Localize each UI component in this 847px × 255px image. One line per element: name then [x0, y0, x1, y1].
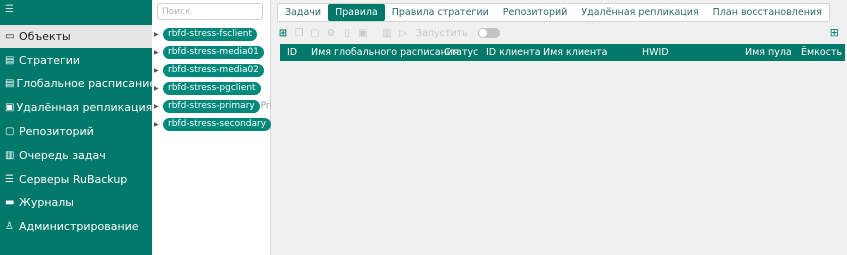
tab-recovery-plan[interactable]: План восстановления: [706, 4, 829, 21]
tab-tasks[interactable]: Задачи: [278, 4, 328, 21]
column-header[interactable]: Статус: [444, 44, 478, 61]
toggle-switch[interactable]: [477, 28, 500, 38]
expand-arrow-icon[interactable]: ▶: [154, 121, 163, 128]
sidebar-item-objects[interactable]: ▭ Объекты: [0, 25, 152, 48]
client-pill[interactable]: rbfd-stress-primary: [163, 99, 260, 113]
expand-arrow-icon[interactable]: ▶: [154, 49, 163, 56]
add-icon[interactable]: ⊞: [278, 28, 288, 39]
column-header[interactable]: HWID: [642, 44, 669, 61]
column-settings-icon[interactable]: ⊞: [830, 26, 839, 39]
tree-node[interactable]: ▶ rbfd-stress-media01: [152, 45, 264, 59]
sidebar-item-label: Глобальное расписание: [16, 77, 157, 90]
sidebar-item-label: Очередь задач: [19, 149, 106, 162]
toolbar: ⊞ ❐ ▢ ⚙ ▯ ▣ ▥ ▷ Запустить: [278, 26, 500, 40]
table-header: ID Имя глобального расписания Статус ID …: [280, 44, 845, 61]
main-panel: Задачи Правила Правила стратегии Репозит…: [271, 0, 847, 255]
list-icon: ▤: [5, 55, 15, 66]
sidebar-item-label: Репозиторий: [19, 125, 94, 138]
expand-arrow-icon[interactable]: ▶: [154, 67, 163, 74]
sidebar-item-strategies[interactable]: ▤ Стратегии: [0, 49, 152, 72]
tree-node[interactable]: ▶ rbfd-stress-pgclient: [152, 81, 261, 95]
sidebar-item-label: Серверы RuBackup: [19, 173, 128, 186]
expand-arrow-icon[interactable]: ▶: [154, 85, 163, 92]
list-icon: ▤: [5, 78, 15, 89]
sidebar-item-label: Объекты: [19, 30, 71, 43]
tree-node[interactable]: ▶ rbfd-stress-primary Prim: [152, 99, 281, 113]
repository-icon: ▢: [5, 126, 15, 137]
server-icon: ☰: [5, 174, 14, 185]
delete-icon[interactable]: ▥: [382, 28, 392, 39]
toggle-knob: [478, 29, 487, 37]
client-pill[interactable]: rbfd-stress-media02: [163, 63, 264, 77]
sidebar-item-remote-replication[interactable]: ▣ Удалённая репликация: [0, 96, 152, 119]
tree-node[interactable]: ▶ rbfd-stress-secondary: [152, 117, 272, 131]
tab-repository[interactable]: Репозиторий: [496, 4, 575, 21]
calendar-icon[interactable]: ▣: [358, 28, 368, 39]
search-input[interactable]: [157, 3, 263, 20]
column-header[interactable]: Имя клиента: [543, 44, 607, 61]
sidebar-item-global-schedule[interactable]: ▤ Глобальное расписание: [0, 72, 156, 95]
sidebar-item-task-queue[interactable]: ▥ Очередь задач: [0, 144, 152, 167]
tab-rules[interactable]: Правила: [328, 4, 385, 21]
sidebar-item-label: Стратегии: [19, 54, 81, 67]
column-header[interactable]: ID: [287, 44, 297, 61]
tab-bar: Задачи Правила Правила стратегии Репозит…: [277, 3, 830, 22]
menu-icon[interactable]: ☰: [5, 3, 17, 17]
document-icon[interactable]: ▯: [342, 28, 352, 39]
log-icon: ▬: [5, 197, 15, 208]
play-icon[interactable]: ▷: [398, 28, 408, 39]
users-icon: ♙: [5, 221, 14, 232]
tab-remote-replication[interactable]: Удалённая репликация: [574, 4, 705, 21]
sidebar-item-label: Администрирование: [19, 220, 139, 233]
column-header[interactable]: Ёмкость: [801, 44, 842, 61]
tree-node[interactable]: ▶ rbfd-stress-media02: [152, 63, 264, 77]
client-pill[interactable]: rbfd-stress-media01: [163, 45, 264, 59]
monitor-icon: ▭: [5, 31, 15, 42]
object-tree-panel: ▶ rbfd-stress-fsclient ▶ rbfd-stress-med…: [152, 0, 281, 255]
tab-strategy-rules[interactable]: Правила стратегии: [385, 4, 496, 21]
column-header[interactable]: ID клиента: [486, 44, 541, 61]
client-pill[interactable]: rbfd-stress-pgclient: [163, 81, 261, 95]
column-header[interactable]: Имя глобального расписания: [311, 44, 459, 61]
run-button[interactable]: Запустить: [416, 28, 468, 39]
client-pill[interactable]: rbfd-stress-fsclient: [163, 27, 258, 41]
sidebar-item-label: Журналы: [19, 196, 74, 209]
tree-node[interactable]: ▶ rbfd-stress-fsclient: [152, 27, 258, 41]
sidebar-item-logs[interactable]: ▬ Журналы: [0, 191, 152, 214]
settings-icon[interactable]: ⚙: [326, 28, 336, 39]
expand-arrow-icon[interactable]: ▶: [154, 103, 163, 110]
sidebar-item-repository[interactable]: ▢ Репозиторий: [0, 120, 152, 143]
column-header[interactable]: Имя пула: [745, 44, 792, 61]
replication-icon: ▣: [5, 102, 15, 113]
sidebar-item-administration[interactable]: ♙ Администрирование: [0, 215, 152, 238]
expand-arrow-icon[interactable]: ▶: [154, 31, 163, 38]
sidebar-item-servers[interactable]: ☰ Серверы RuBackup: [0, 168, 152, 191]
sidebar-item-label: Удалённая репликация: [16, 101, 153, 114]
edit-icon[interactable]: ▢: [310, 28, 320, 39]
sidebar: ☰ ▭ Объекты ▤ Стратегии ▤ Глобальное рас…: [0, 0, 156, 255]
copy-icon[interactable]: ❐: [294, 28, 304, 39]
client-pill[interactable]: rbfd-stress-secondary: [163, 117, 272, 131]
clipboard-icon: ▥: [5, 150, 15, 161]
